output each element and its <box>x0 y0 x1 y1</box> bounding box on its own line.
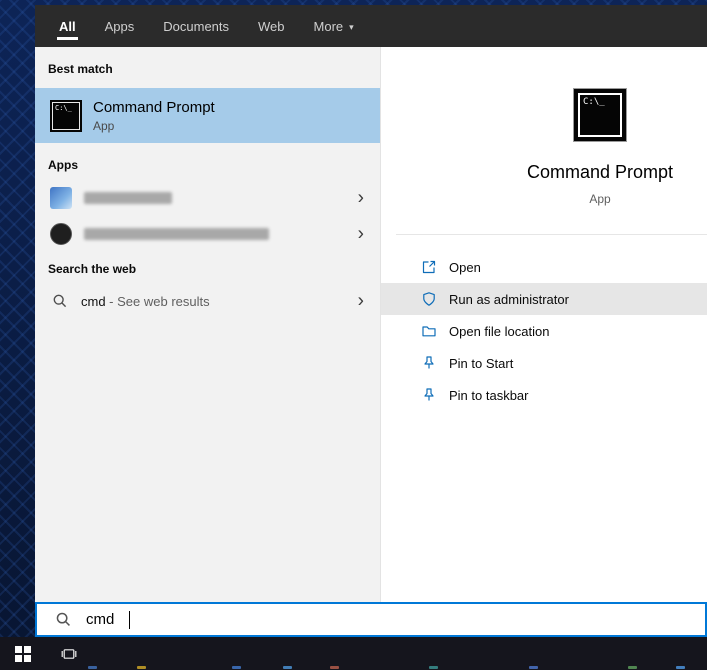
search-input[interactable]: cmd <box>35 602 707 637</box>
command-prompt-icon-glyph: C:\_ <box>55 105 72 112</box>
preview-divider <box>396 234 707 235</box>
taskbar-edge-artifact <box>529 666 538 669</box>
tab-all-label: All <box>59 19 76 34</box>
pin-icon <box>421 355 437 371</box>
action-pin-to-taskbar[interactable]: Pin to taskbar <box>381 379 707 411</box>
preview-hero: C:\_ Command Prompt App <box>381 47 707 206</box>
taskbar <box>0 637 707 670</box>
app-result-2[interactable]: › <box>35 216 380 252</box>
text-caret <box>129 611 130 629</box>
start-button[interactable] <box>0 637 46 670</box>
redacted-app-name-2 <box>84 228 269 240</box>
taskbar-edge-artifact <box>137 666 146 669</box>
redacted-app-name-1 <box>84 192 172 204</box>
action-label: Open <box>449 260 481 275</box>
chevron-right-icon[interactable]: › <box>358 189 364 208</box>
results-panel: Best match C:\_ Command Prompt App Apps … <box>35 47 380 602</box>
action-label: Pin to taskbar <box>449 388 529 403</box>
tab-apps-label: Apps <box>105 19 135 34</box>
tab-apps[interactable]: Apps <box>103 5 137 47</box>
action-list: Open Run as administrator <box>381 251 707 411</box>
preview-title: Command Prompt <box>527 162 673 183</box>
best-match-item[interactable]: C:\_ Command Prompt App <box>35 88 380 143</box>
task-view-icon <box>61 646 77 662</box>
tab-documents[interactable]: Documents <box>161 5 231 47</box>
best-match-text: Command Prompt App <box>93 99 215 133</box>
web-result-suffix: - See web results <box>106 294 210 309</box>
tab-web[interactable]: Web <box>256 5 287 47</box>
action-label: Open file location <box>449 324 549 339</box>
desktop: All Apps Documents Web More ▾ Best match <box>0 0 707 670</box>
preview-panel: C:\_ Command Prompt App <box>380 47 707 602</box>
tab-documents-label: Documents <box>163 19 229 34</box>
app-icon-1 <box>50 187 72 209</box>
search-filter-tabs: All Apps Documents Web More ▾ <box>35 5 707 47</box>
action-pin-to-start[interactable]: Pin to Start <box>381 347 707 379</box>
taskbar-edge-artifact <box>330 666 339 669</box>
taskbar-edge-artifact <box>628 666 637 669</box>
search-results-body: Best match C:\_ Command Prompt App Apps … <box>35 47 707 602</box>
search-icon <box>55 611 72 628</box>
tab-all[interactable]: All <box>57 5 78 47</box>
app-icon-2 <box>50 223 72 245</box>
open-icon <box>421 259 437 275</box>
best-match-title: Command Prompt <box>93 99 215 116</box>
action-open[interactable]: Open <box>381 251 707 283</box>
chevron-right-icon[interactable]: › <box>358 292 364 311</box>
app-result-1[interactable]: › <box>35 180 380 216</box>
web-section-header: Search the web <box>35 262 380 276</box>
search-query-text: cmd <box>86 611 114 628</box>
tab-more[interactable]: More ▾ <box>312 5 356 47</box>
admin-shield-icon <box>421 291 437 307</box>
web-result-cmd[interactable]: cmd - See web results › <box>35 283 380 319</box>
tab-more-label: More <box>314 19 344 34</box>
command-prompt-icon-large: C:\_ <box>573 88 627 142</box>
folder-icon <box>421 323 437 339</box>
tab-web-label: Web <box>258 19 285 34</box>
search-icon <box>52 293 68 309</box>
taskbar-edge-artifact <box>232 666 241 669</box>
windows-logo-icon <box>15 646 31 662</box>
task-view-button[interactable] <box>46 637 92 670</box>
taskbar-edge-artifact <box>88 666 97 669</box>
command-prompt-icon: C:\_ <box>50 100 82 132</box>
best-match-header: Best match <box>35 62 380 76</box>
action-label: Run as administrator <box>449 292 569 307</box>
command-prompt-icon-glyph: C:\_ <box>583 98 605 107</box>
action-open-file-location[interactable]: Open file location <box>381 315 707 347</box>
action-label: Pin to Start <box>449 356 513 371</box>
taskbar-edge-artifact <box>676 666 685 669</box>
taskbar-edge-artifact <box>283 666 292 669</box>
action-run-as-administrator[interactable]: Run as administrator <box>381 283 707 315</box>
preview-subtitle: App <box>589 192 610 206</box>
apps-section-header: Apps <box>35 158 380 172</box>
chevron-down-icon: ▾ <box>349 20 354 33</box>
best-match-subtitle: App <box>93 119 215 133</box>
web-result-query: cmd <box>81 294 106 309</box>
taskbar-edge-artifact <box>429 666 438 669</box>
pin-icon <box>421 387 437 403</box>
web-result-text: cmd - See web results <box>81 294 210 309</box>
chevron-right-icon[interactable]: › <box>358 225 364 244</box>
search-window: All Apps Documents Web More ▾ Best match <box>35 5 707 637</box>
